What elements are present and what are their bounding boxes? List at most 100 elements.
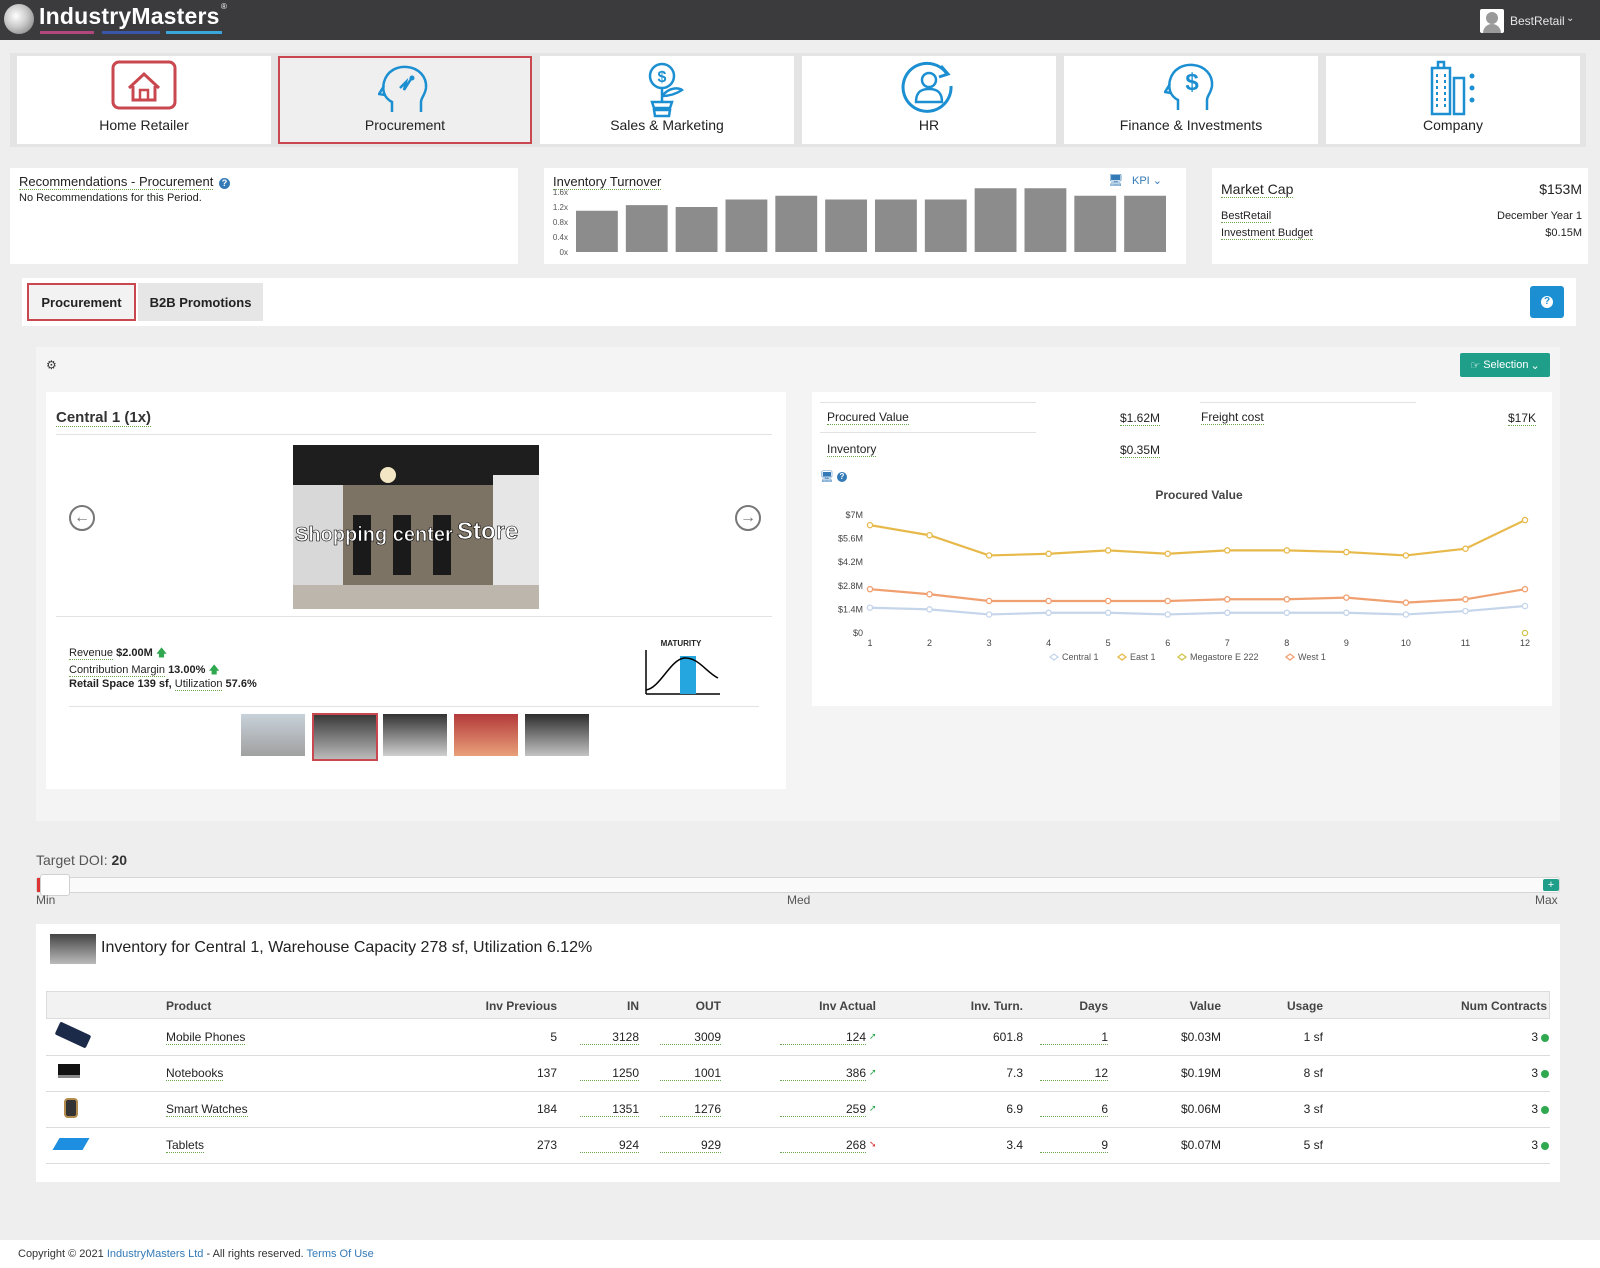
legend-marker (1116, 653, 1128, 661)
data-point[interactable] (1283, 609, 1291, 617)
data-point[interactable] (1343, 594, 1350, 601)
col-inv-previous[interactable]: Inv Previous (460, 999, 557, 1013)
data-point[interactable] (1224, 547, 1231, 554)
turnover-bar[interactable] (1074, 195, 1117, 252)
turnover-bar[interactable] (725, 199, 768, 253)
data-point[interactable] (1164, 611, 1171, 618)
data-point[interactable] (866, 521, 874, 529)
turnover-bar[interactable] (775, 195, 818, 252)
doi-slider-track[interactable] (36, 877, 1560, 893)
store-title: Central 1 (1x) (56, 409, 152, 427)
user-avatar[interactable] (1480, 9, 1504, 33)
data-point[interactable] (1343, 609, 1350, 617)
nav-tile-hr[interactable]: HR (802, 56, 1056, 144)
data-point[interactable] (1045, 597, 1052, 605)
col-out[interactable]: OUT (660, 999, 721, 1013)
data-point[interactable] (866, 585, 874, 593)
data-point[interactable] (1045, 609, 1052, 617)
data-point[interactable] (1521, 629, 1529, 637)
col-in[interactable]: IN (580, 999, 639, 1013)
turnover-bar[interactable] (875, 199, 917, 253)
data-point[interactable] (1462, 545, 1469, 552)
settings-gears-icon[interactable]: ⚙ (46, 358, 57, 372)
col-value[interactable]: Value (1120, 999, 1221, 1013)
data-point[interactable] (985, 597, 993, 605)
selection-button[interactable]: ☞ Selection ⌄ (1460, 353, 1550, 377)
turnover-bar[interactable] (675, 207, 718, 252)
data-point[interactable] (1402, 611, 1410, 618)
turnover-bar[interactable] (825, 199, 867, 253)
product-name[interactable]: Tablets (166, 1138, 205, 1153)
help-icon[interactable]: ? (218, 178, 230, 189)
data-point[interactable] (985, 611, 993, 618)
turnover-bar[interactable] (1024, 188, 1067, 252)
data-point[interactable] (926, 590, 933, 598)
help-icon[interactable]: ? (837, 472, 847, 482)
legend-label[interactable]: East 1 (1130, 652, 1156, 662)
store-thumbnail[interactable] (454, 714, 518, 756)
chevron-down-icon[interactable]: ⌄ (1566, 13, 1574, 24)
data-point[interactable] (1521, 516, 1529, 524)
data-point[interactable] (1104, 597, 1112, 605)
user-menu-label[interactable]: BestRetail (1510, 14, 1565, 28)
data-point[interactable] (1045, 550, 1052, 558)
store-thumbnail[interactable] (241, 714, 305, 756)
data-point[interactable] (1283, 547, 1291, 554)
data-point[interactable] (926, 531, 933, 539)
data-point[interactable] (1521, 585, 1529, 593)
data-point[interactable] (1224, 609, 1231, 617)
turnover-bar[interactable] (974, 188, 1017, 252)
monitor-chart-icon[interactable]: 🖥 (1108, 173, 1123, 187)
product-name[interactable]: Notebooks (166, 1066, 224, 1081)
col-usage[interactable]: Usage (1240, 999, 1323, 1013)
nav-tile-sales-marketing[interactable]: $ Sales & Marketing (540, 56, 794, 144)
data-point[interactable] (1521, 602, 1529, 610)
store-thumbnail[interactable] (525, 714, 589, 756)
arrow-left-icon[interactable]: ← (69, 505, 95, 531)
help-button[interactable]: ? (1530, 286, 1564, 318)
data-point[interactable] (1402, 552, 1410, 559)
store-thumbnail-selected[interactable] (312, 713, 378, 761)
col-inv-actual[interactable]: Inv Actual (780, 999, 876, 1013)
nav-tile-procurement[interactable]: Procurement (278, 56, 532, 144)
legend-label[interactable]: Megastore E 222 (1190, 652, 1259, 662)
nav-tile-finance-investments[interactable]: $ Finance & Investments (1064, 56, 1318, 144)
data-point[interactable] (1104, 609, 1112, 617)
turnover-bar[interactable] (576, 210, 618, 252)
data-point[interactable] (1283, 596, 1291, 603)
slider-plus-icon[interactable]: + (1543, 879, 1559, 891)
col-num-contracts[interactable]: Num Contracts (1400, 999, 1547, 1013)
col-inv-turn[interactable]: Inv. Turn. (920, 999, 1023, 1013)
data-point[interactable] (1104, 547, 1112, 554)
product-name[interactable]: Mobile Phones (166, 1030, 246, 1045)
col-days[interactable]: Days (1040, 999, 1108, 1013)
data-point[interactable] (1164, 597, 1171, 605)
terms-of-use-link[interactable]: Terms Of Use (307, 1248, 374, 1260)
data-point[interactable] (1462, 596, 1469, 603)
legend-label[interactable]: Central 1 (1062, 652, 1099, 662)
data-point[interactable] (985, 552, 993, 559)
nav-tile-company[interactable]: Company (1326, 56, 1580, 144)
col-product[interactable]: Product (166, 999, 211, 1013)
footer-company-link[interactable]: IndustryMasters Ltd (107, 1248, 204, 1260)
data-point[interactable] (1462, 607, 1469, 615)
data-point[interactable] (1164, 550, 1171, 558)
procured-value-amount: $1.62M (1120, 411, 1161, 426)
tab-b2b-promotions[interactable]: B2B Promotions (138, 283, 263, 321)
data-point[interactable] (866, 604, 874, 611)
data-point[interactable] (1343, 548, 1350, 556)
turnover-bar[interactable] (924, 199, 967, 253)
nav-tile-home-retailer[interactable]: Home Retailer (17, 56, 271, 144)
tab-procurement[interactable]: Procurement (27, 283, 136, 321)
divider (820, 432, 1036, 433)
store-thumbnail[interactable] (383, 714, 447, 756)
product-name[interactable]: Smart Watches (166, 1102, 248, 1117)
turnover-bar[interactable] (1124, 195, 1166, 252)
legend-label[interactable]: West 1 (1298, 652, 1326, 662)
data-point[interactable] (926, 606, 933, 613)
data-point[interactable] (1224, 596, 1231, 603)
monitor-icon[interactable]: 🖥 (820, 470, 834, 483)
data-point[interactable] (1402, 599, 1410, 606)
turnover-bar[interactable] (625, 205, 668, 252)
arrow-right-icon[interactable]: → (735, 505, 761, 531)
